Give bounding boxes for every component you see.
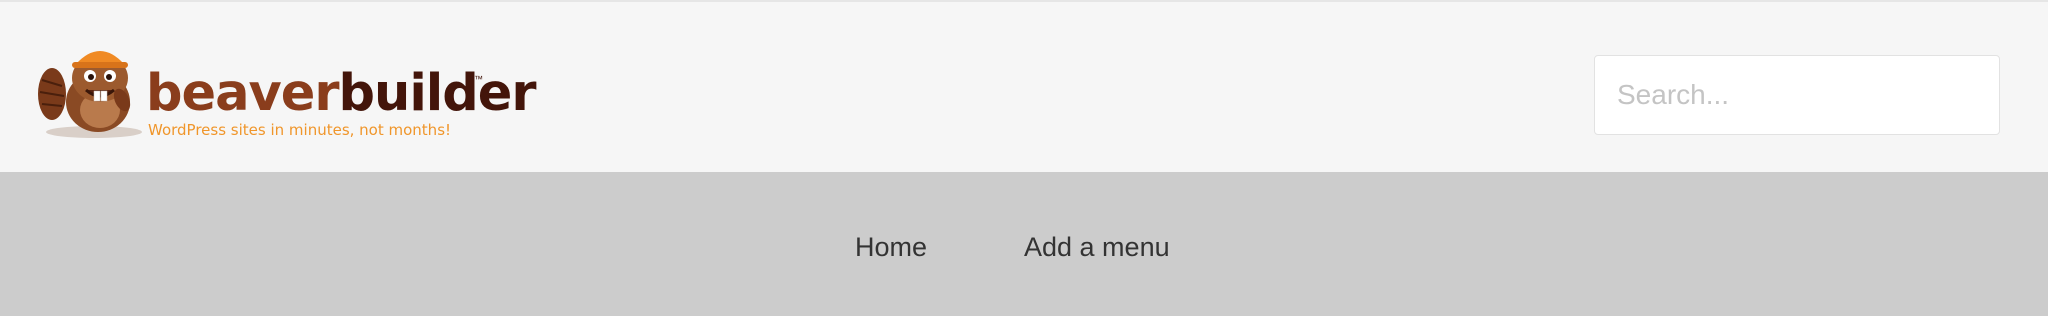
search-input[interactable]	[1594, 55, 2000, 135]
beaver-mascot-icon	[38, 51, 142, 138]
main-navigation: Home Add a menu	[0, 172, 2048, 316]
site-logo-link[interactable]: beaverbuilder ™ WordPress sites in minut…	[34, 36, 537, 146]
site-header: beaverbuilder ™ WordPress sites in minut…	[0, 2, 2048, 172]
brand-word-builder: builder	[338, 64, 537, 123]
brand-word-beaver: beaver	[146, 64, 339, 123]
trademark-symbol: ™	[474, 74, 483, 84]
nav-item-home[interactable]: Home	[855, 232, 927, 263]
brand-tagline: WordPress sites in minutes, not months!	[148, 121, 452, 139]
nav-item-add-a-menu[interactable]: Add a menu	[1024, 232, 1170, 263]
